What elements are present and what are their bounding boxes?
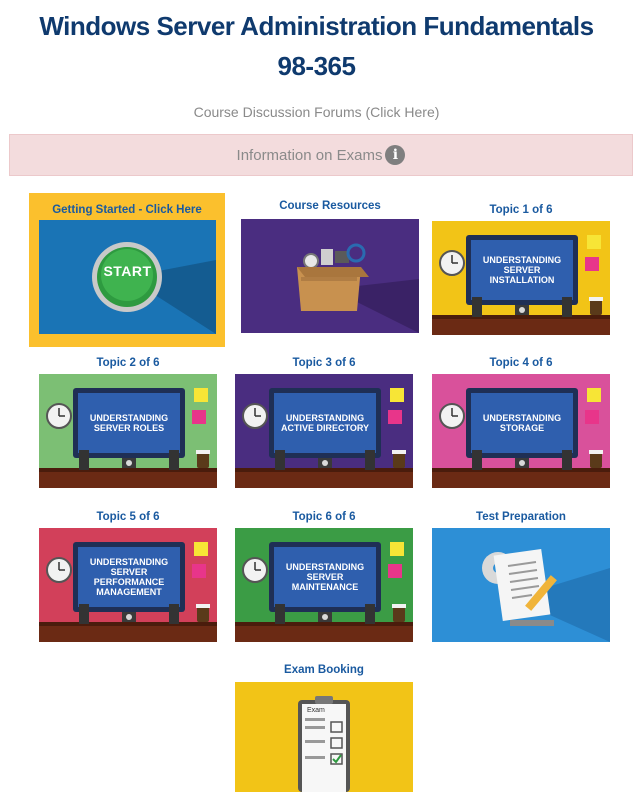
topic-1-label: Topic 1 of 6 xyxy=(489,204,553,216)
info-icon: i xyxy=(385,145,406,165)
topic-4-label: Topic 4 of 6 xyxy=(489,357,553,369)
topic-2-screen-text: UNDERSTANDING SERVER ROLES xyxy=(89,413,169,433)
topic-1-screen-text: UNDERSTANDING SERVER INSTALLATION xyxy=(482,255,562,285)
page-title-line2: 98-365 xyxy=(277,51,356,81)
topic-3-label: Topic 3 of 6 xyxy=(292,357,356,369)
test-preparation-tile[interactable]: Test Preparation xyxy=(430,511,612,646)
topic-6-image: UNDERSTANDING SERVER MAINTENANCE xyxy=(235,528,413,642)
topic-3-screen-text: UNDERSTANDING ACTIVE DIRECTORY xyxy=(280,413,369,433)
course-resources-label: Course Resources xyxy=(279,200,381,212)
exam-booking-image: Exam xyxy=(235,682,413,792)
exam-booking-label: Exam Booking xyxy=(284,664,364,676)
topic-3-tile[interactable]: Topic 3 of 6 UNDERSTANDING ACTIVE DIRECT… xyxy=(233,357,415,492)
start-button-text: START xyxy=(103,263,152,279)
topic-5-label: Topic 5 of 6 xyxy=(96,511,160,523)
exam-form-text: Exam xyxy=(307,707,325,714)
course-forums-link[interactable]: Course Discussion Forums (Click Here) xyxy=(0,104,633,120)
topic-4-tile[interactable]: Topic 4 of 6 UNDERSTANDING STORAGE xyxy=(430,357,612,492)
course-resources-tile[interactable]: Course Resources xyxy=(239,200,421,340)
page-title-line1: Windows Server Administration Fundamenta… xyxy=(39,11,594,41)
topic-4-image: UNDERSTANDING STORAGE xyxy=(432,374,610,488)
topic-1-image: UNDERSTANDING SERVER INSTALLATION xyxy=(432,221,610,335)
getting-started-image: START xyxy=(39,220,216,334)
getting-started-tile[interactable]: Getting Started - Click Here START xyxy=(29,193,225,347)
topic-6-tile[interactable]: Topic 6 of 6 UNDERSTANDING SERVER MAINTE… xyxy=(233,511,415,646)
exams-info-bar[interactable]: Information on Exams i xyxy=(9,134,633,176)
topic-2-image: UNDERSTANDING SERVER ROLES xyxy=(39,374,217,488)
getting-started-label: Getting Started - Click Here xyxy=(52,204,202,216)
exam-booking-tile[interactable]: Exam Booking Exam xyxy=(233,664,415,792)
topic-4-screen-text: UNDERSTANDING STORAGE xyxy=(482,413,562,433)
topic-1-tile[interactable]: Topic 1 of 6 UNDERSTANDING SERVER INSTAL… xyxy=(430,204,612,339)
exams-info-label: Information on Exams xyxy=(236,146,383,164)
topic-6-screen-text: UNDERSTANDING SERVER MAINTENANCE xyxy=(285,562,365,592)
topic-2-tile[interactable]: Topic 2 of 6 UNDERSTANDING SERVER ROLES xyxy=(37,357,219,492)
topic-3-image: UNDERSTANDING ACTIVE DIRECTORY xyxy=(235,374,413,488)
course-resources-image xyxy=(241,219,419,333)
topic-6-label: Topic 6 of 6 xyxy=(292,511,356,523)
page-title: Windows Server Administration Fundamenta… xyxy=(0,6,633,86)
test-preparation-label: Test Preparation xyxy=(476,511,566,523)
test-preparation-image xyxy=(432,528,610,642)
topic-5-tile[interactable]: Topic 5 of 6 UNDERSTANDING SERVER PERFOR… xyxy=(37,511,219,646)
topic-5-image: UNDERSTANDING SERVER PERFORMANCE MANAGEM… xyxy=(39,528,217,642)
topic-2-label: Topic 2 of 6 xyxy=(96,357,160,369)
topic-5-screen-text: UNDERSTANDING SERVER PERFORMANCE MANAGEM… xyxy=(89,557,169,597)
